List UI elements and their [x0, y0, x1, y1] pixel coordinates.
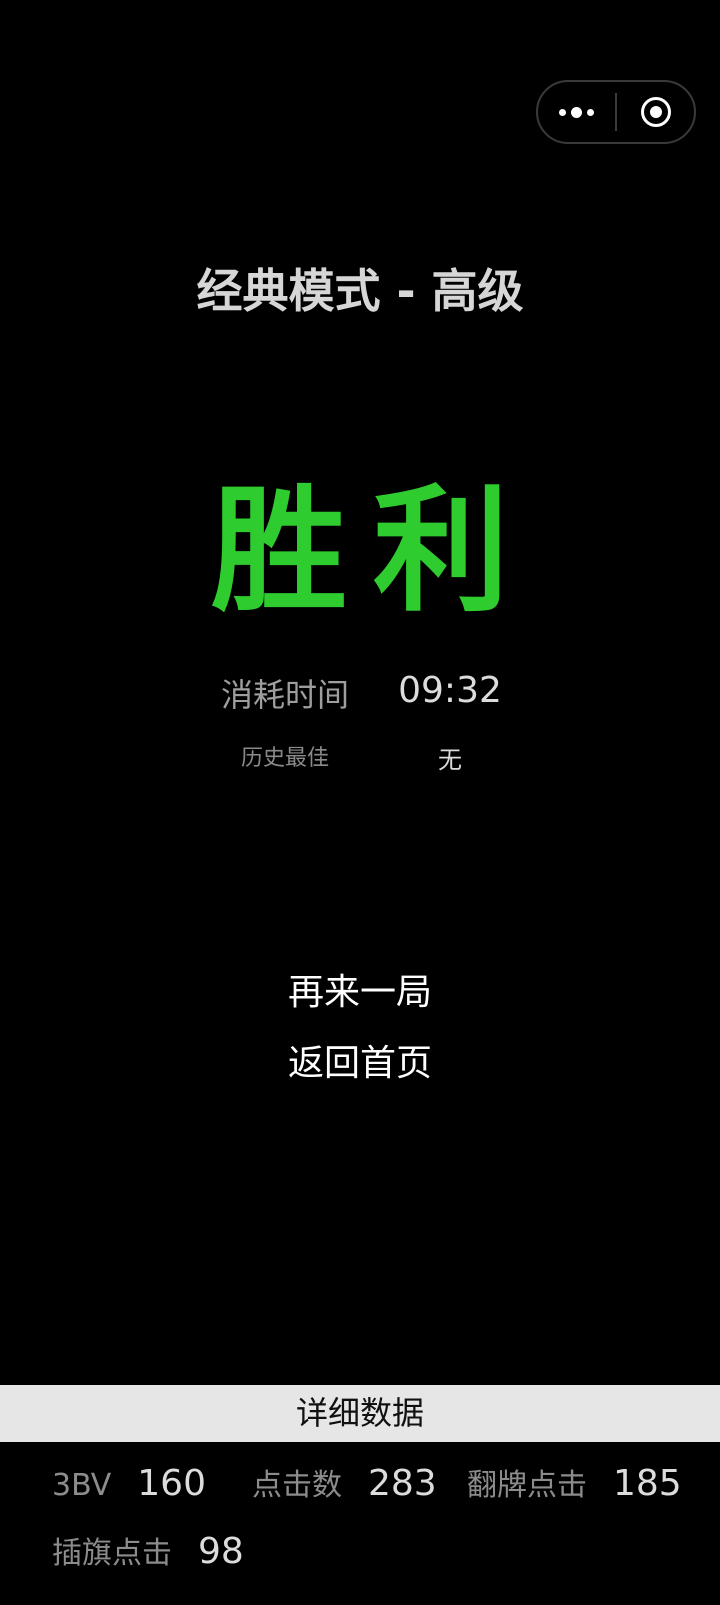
- details-row: 3BV 160 点击数 283 翻牌点击 185: [52, 1460, 702, 1528]
- detail-label: 插旗点击: [52, 1536, 172, 1571]
- miniprogram-capsule: [536, 80, 696, 144]
- detail-value: 185: [613, 1463, 682, 1504]
- detail-item-clicks: 点击数 283: [252, 1460, 467, 1504]
- time-row: 消耗时间 09:32: [0, 670, 720, 716]
- target-circle-icon: [640, 97, 671, 127]
- time-value: 09:32: [398, 670, 502, 711]
- back-home-button[interactable]: 返回首页: [0, 1034, 720, 1086]
- details-header: 详细数据: [0, 1385, 720, 1442]
- detail-value: 283: [368, 1463, 437, 1504]
- detail-label: 点击数: [252, 1468, 342, 1503]
- details-grid: 3BV 160 点击数 283 翻牌点击 185 插旗点击 98: [52, 1460, 702, 1596]
- close-miniprogram-button[interactable]: [617, 82, 694, 142]
- detail-value: 160: [137, 1463, 206, 1504]
- best-row: 历史最佳 无: [0, 740, 720, 775]
- detail-item-flag-clicks: 插旗点击 98: [52, 1528, 244, 1572]
- detail-label: 3BV: [52, 1468, 112, 1503]
- detail-item-3bv: 3BV 160: [52, 1463, 252, 1504]
- details-row: 插旗点击 98: [52, 1528, 702, 1596]
- detail-label: 翻牌点击: [467, 1468, 587, 1503]
- best-value: 无: [438, 746, 462, 774]
- detail-item-reveal-clicks: 翻牌点击 185: [467, 1460, 682, 1504]
- time-label: 消耗时间: [220, 676, 349, 714]
- best-label: 历史最佳: [240, 746, 329, 771]
- detail-value: 98: [198, 1531, 244, 1572]
- result-text: 胜利: [211, 473, 535, 631]
- more-button[interactable]: [538, 82, 615, 142]
- more-dots-icon: [559, 106, 594, 118]
- play-again-button[interactable]: 再来一局: [0, 963, 720, 1015]
- mode-title: 经典模式 - 高级: [196, 264, 524, 318]
